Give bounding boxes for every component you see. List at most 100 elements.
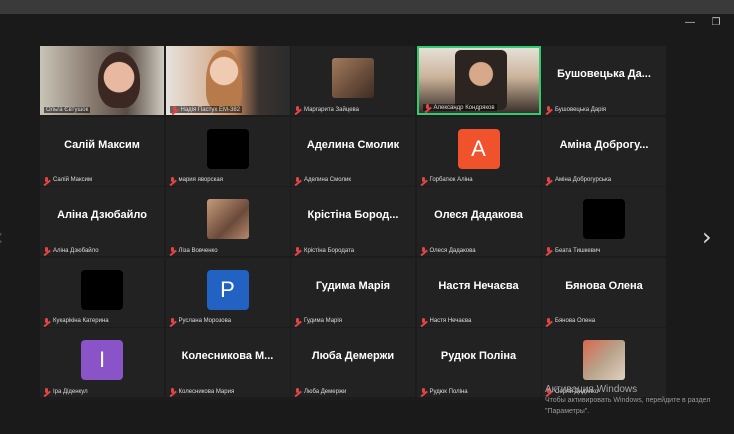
participant-name-label: Люба Демержи (295, 388, 346, 395)
participant-name-label: Рудюк Поліна (421, 388, 468, 395)
participant-name-text: Ольга Євтушок (46, 107, 89, 113)
participant-display-name: Гудима Марія (315, 279, 391, 292)
participant-tile[interactable]: Настя Нечаєва Настя Нечаєва (416, 257, 541, 327)
participant-display-name: Колесникова М... (181, 350, 274, 362)
participant-display-name: Салій Максим (64, 138, 140, 151)
participant-name-label: Аміна Доброгурська (546, 176, 611, 184)
participant-name-text: мария яворская (178, 177, 223, 183)
muted-microphone-icon (295, 388, 301, 395)
participant-name-text: Александр Кондряков (433, 104, 495, 111)
participant-tile[interactable]: Ольга Євтушок (40, 46, 164, 115)
participant-tile[interactable]: Люба Демержи Люба Демержи (291, 328, 415, 397)
gallery-view-grid: Ольга Євтушок Надія Пастух ЕМ-382 Маргарит… (40, 46, 666, 400)
participant-name-label: Кукарікіна Катерина (44, 317, 109, 325)
participant-avatar: I (81, 340, 123, 380)
muted-microphone-icon (421, 247, 427, 254)
muted-microphone-icon (44, 176, 50, 184)
muted-microphone-icon (546, 317, 552, 325)
muted-microphone-icon (170, 388, 176, 395)
participant-tile[interactable]: Олеся Дадакова Олеся Дадакова (416, 187, 541, 256)
participant-name-text: Колесникова Мария (178, 388, 235, 395)
participant-tile[interactable]: Надія Пастух ЕМ-382 (165, 46, 290, 115)
muted-microphone-icon (546, 247, 552, 254)
participant-tile[interactable]: Маргарита Зайцева (291, 46, 415, 115)
participant-display-name: Аделина Смолик (306, 138, 400, 151)
participant-tile[interactable]: Салій Максим Салій Максим (40, 116, 164, 186)
participant-name-text: Бянова Олена (555, 318, 596, 324)
participant-name-text: Аліна Дзюбайло (53, 247, 99, 254)
participant-name-label: Олеся Дадакова (421, 247, 476, 254)
muted-microphone-icon (421, 317, 427, 325)
participant-tile[interactable]: Гудима Марія Гудима Марія (291, 257, 415, 327)
participant-profile-photo (206, 199, 249, 239)
participant-display-name: Бянова Олена (565, 279, 643, 292)
watermark-title: Активация Windows (545, 384, 638, 395)
participant-name-label: Настя Нечаєва (421, 317, 471, 325)
minimize-icon[interactable]: — (680, 14, 700, 32)
muted-microphone-icon (170, 247, 176, 254)
previous-page-arrow-icon[interactable]: ‹ (0, 222, 4, 252)
participant-face (98, 52, 140, 108)
participant-profile-photo (332, 58, 374, 98)
participant-name-label: Гудима Марія (295, 317, 342, 325)
participant-name-label: Бушовецька Дарія (546, 106, 606, 113)
participant-name-text: Салій Максим (53, 177, 93, 183)
participant-avatar: P (206, 269, 249, 310)
participant-tile[interactable]: Колесникова М... Колесникова Мария (165, 328, 290, 397)
participant-display-name: Крістіна Бород... (307, 209, 399, 221)
windows-activation-watermark: Активация Windows Чтобы активировать Win… (545, 384, 710, 417)
participant-tile[interactable]: Беата Тишкевич (542, 187, 666, 256)
participant-display-name: Настя Нечаєва (438, 279, 519, 292)
muted-microphone-icon (170, 317, 176, 325)
participant-name-text: Іра Діденкул (53, 388, 88, 395)
participant-name-text: Надія Пастух ЕМ-382 (180, 106, 241, 113)
muted-microphone-icon (421, 176, 427, 184)
participant-display-name: Рудюк Поліна (440, 350, 517, 362)
participant-tile[interactable]: Аліна Дзюбайло Аліна Дзюбайло (40, 187, 164, 256)
muted-microphone-icon (295, 247, 301, 254)
participant-name-label: Беата Тишкевич (546, 247, 600, 254)
restore-window-icon[interactable]: ❐ (706, 14, 726, 32)
participant-name-label: Аделина Смолик (295, 176, 351, 184)
participant-face (205, 50, 242, 110)
participant-avatar: A (457, 128, 500, 169)
participant-name-label: Аліна Дзюбайло (44, 247, 99, 254)
participant-display-name: Люба Демержи (311, 350, 395, 362)
next-page-arrow-icon[interactable]: › (702, 222, 712, 252)
participant-name-text: Беата Тишкевич (555, 247, 601, 254)
participant-name-label: мария яворская (170, 176, 223, 184)
participant-display-name: Аліна Дзюбайло (57, 209, 147, 221)
participant-tile[interactable]: I Іра Діденкул (40, 328, 164, 397)
participant-tile[interactable]: Крістіна Бород... Крістіна Бородата (291, 187, 415, 256)
muted-microphone-icon (546, 176, 552, 184)
muted-microphone-icon (425, 104, 431, 111)
muted-microphone-icon (421, 388, 427, 395)
participant-name-text: Кукарікіна Катерина (53, 318, 109, 324)
muted-microphone-icon (44, 317, 50, 325)
muted-microphone-icon (295, 317, 301, 325)
participant-tile[interactable]: P Руслана Морозова (165, 257, 290, 327)
muted-microphone-icon (44, 388, 50, 395)
participant-name-text: Аделина Смолик (304, 177, 351, 183)
participant-name-label: Александр Кондряков (422, 104, 497, 111)
participant-tile[interactable]: Ліза Вовченко (165, 187, 290, 256)
participant-name-text: Гудима Марія (304, 318, 342, 324)
participant-name-label: Іра Діденкул (44, 388, 88, 395)
participant-tile[interactable]: мария яворская (165, 116, 290, 186)
participant-name-text: Бушовецька Дарія (555, 106, 607, 113)
participant-name-text: Олеся Дадакова (429, 247, 476, 254)
watermark-line-1: Чтобы активировать Windows, перейдите в … (545, 397, 711, 404)
watermark-line-2: "Параметры". (545, 408, 590, 415)
muted-microphone-icon (546, 106, 552, 113)
participant-name-text: Горбатюк Аліна (429, 177, 473, 183)
participant-tile[interactable]: Кукарікіна Катерина (40, 257, 164, 327)
participant-tile[interactable]: Рудюк Поліна Рудюк Поліна (416, 328, 541, 397)
participant-tile[interactable]: Аделина Смолик Аделина Смолик (291, 116, 415, 186)
participant-tile[interactable]: A Горбатюк Аліна (416, 116, 541, 186)
participant-tile[interactable]: Бушовецька Да... Бушовецька Дарія (542, 46, 666, 115)
participant-tile[interactable]: Бянова Олена Бянова Олена (542, 257, 666, 327)
participant-tile[interactable]: Александр Кондряков (416, 46, 541, 115)
muted-microphone-icon (44, 247, 50, 254)
participant-display-name: Аміна Доброгу... (559, 138, 649, 151)
participant-tile[interactable]: Аміна Доброгу... Аміна Доброгурська (542, 116, 666, 186)
